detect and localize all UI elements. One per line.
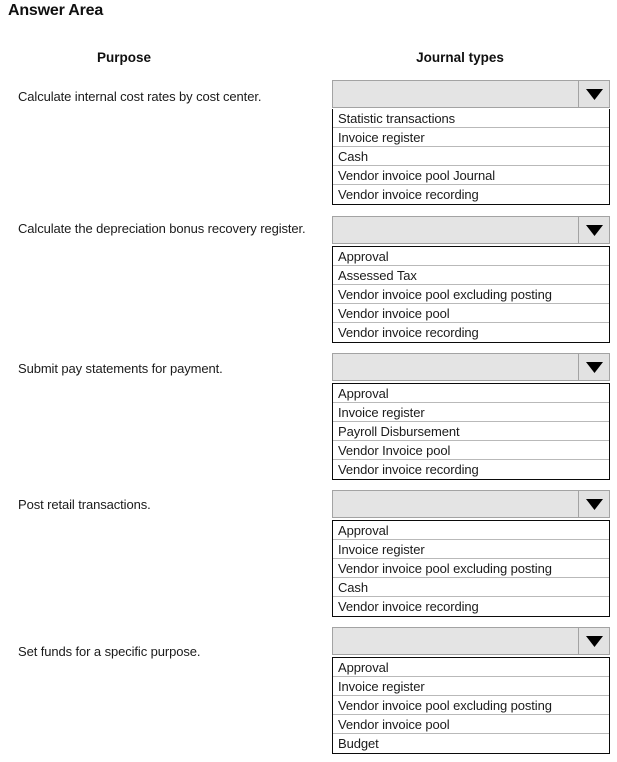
page-title: Answer Area: [8, 2, 104, 19]
journal-type-dropdown-group: Approval Invoice register Vendor invoice…: [332, 490, 610, 617]
journal-type-combobox[interactable]: [332, 216, 610, 244]
chevron-down-icon[interactable]: [578, 217, 609, 243]
column-headers: Purpose Journal types: [0, 50, 617, 72]
chevron-down-icon[interactable]: [578, 628, 609, 654]
list-item[interactable]: Vendor invoice recording: [333, 185, 609, 204]
list-item[interactable]: Approval: [333, 521, 609, 540]
list-item[interactable]: Invoice register: [333, 128, 609, 147]
list-item[interactable]: Invoice register: [333, 540, 609, 559]
journal-type-dropdown-group: Approval Assessed Tax Vendor invoice poo…: [332, 216, 610, 343]
list-item[interactable]: Cash: [333, 578, 609, 597]
journal-type-option-list[interactable]: Approval Invoice register Payroll Disbur…: [332, 383, 610, 480]
list-item[interactable]: Approval: [333, 247, 609, 266]
journal-type-dropdown-group: Statistic transactions Invoice register …: [332, 80, 610, 205]
journal-type-combobox[interactable]: [332, 353, 610, 381]
purpose-label: Calculate internal cost rates by cost ce…: [18, 89, 262, 104]
purpose-label: Submit pay statements for payment.: [18, 361, 223, 376]
journal-type-dropdown-group: Approval Invoice register Payroll Disbur…: [332, 353, 610, 480]
list-item[interactable]: Assessed Tax: [333, 266, 609, 285]
purpose-label: Set funds for a specific purpose.: [18, 644, 201, 659]
list-item[interactable]: Cash: [333, 147, 609, 166]
chevron-down-icon[interactable]: [578, 354, 609, 380]
chevron-down-icon[interactable]: [578, 81, 609, 107]
list-item[interactable]: Approval: [333, 384, 609, 403]
list-item[interactable]: Vendor invoice pool: [333, 304, 609, 323]
list-item[interactable]: Statistic transactions: [333, 109, 609, 128]
journal-type-combobox[interactable]: [332, 80, 610, 108]
list-item[interactable]: Vendor invoice recording: [333, 323, 609, 342]
list-item[interactable]: Vendor Invoice pool: [333, 441, 609, 460]
list-item[interactable]: Invoice register: [333, 403, 609, 422]
list-item[interactable]: Budget: [333, 734, 609, 753]
list-item[interactable]: Vendor invoice pool excluding posting: [333, 696, 609, 715]
list-item[interactable]: Approval: [333, 658, 609, 677]
journal-type-option-list[interactable]: Approval Invoice register Vendor invoice…: [332, 657, 610, 754]
list-item[interactable]: Vendor invoice recording: [333, 460, 609, 479]
list-item[interactable]: Vendor invoice pool excluding posting: [333, 559, 609, 578]
journal-type-option-list[interactable]: Statistic transactions Invoice register …: [332, 109, 610, 205]
purpose-label: Calculate the depreciation bonus recover…: [18, 221, 306, 236]
journal-type-option-list[interactable]: Approval Assessed Tax Vendor invoice poo…: [332, 246, 610, 343]
journal-type-combobox[interactable]: [332, 627, 610, 655]
column-header-journal-types: Journal types: [416, 50, 504, 65]
list-item[interactable]: Vendor invoice recording: [333, 597, 609, 616]
list-item[interactable]: Vendor invoice pool excluding posting: [333, 285, 609, 304]
purpose-label: Post retail transactions.: [18, 497, 151, 512]
column-header-purpose: Purpose: [96, 50, 151, 65]
list-item[interactable]: Invoice register: [333, 677, 609, 696]
list-item[interactable]: Vendor invoice pool Journal: [333, 166, 609, 185]
list-item[interactable]: Payroll Disbursement: [333, 422, 609, 441]
chevron-down-icon[interactable]: [578, 491, 609, 517]
journal-type-combobox[interactable]: [332, 490, 610, 518]
journal-type-dropdown-group: Approval Invoice register Vendor invoice…: [332, 627, 610, 754]
journal-type-option-list[interactable]: Approval Invoice register Vendor invoice…: [332, 520, 610, 617]
list-item[interactable]: Vendor invoice pool: [333, 715, 609, 734]
